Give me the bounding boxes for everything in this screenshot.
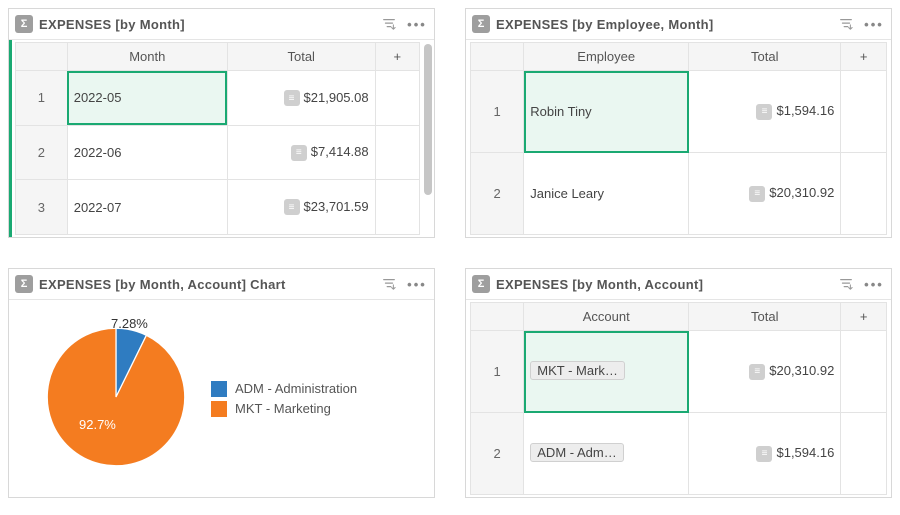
col-month[interactable]: Month <box>67 43 227 71</box>
legend-swatch <box>211 401 227 417</box>
row-icon: ≡ <box>756 446 772 462</box>
legend-item-mkt[interactable]: MKT - Marketing <box>211 401 357 417</box>
row-icon: ≡ <box>284 90 300 106</box>
scrollbar[interactable] <box>424 44 432 233</box>
legend-label: ADM - Administration <box>235 381 357 396</box>
sigma-icon: Σ <box>15 15 33 33</box>
col-total[interactable]: Total <box>227 43 375 71</box>
col-add[interactable]: + <box>375 43 419 71</box>
filter-sort-icon[interactable] <box>378 273 400 295</box>
cell-empty <box>375 71 419 126</box>
card-expenses-by-month: Σ EXPENSES [by Month] ••• Month Total + <box>8 8 435 238</box>
col-total[interactable]: Total <box>689 43 841 71</box>
cell-total[interactable]: ≡$21,905.08 <box>227 71 375 126</box>
card-expenses-chart: Σ EXPENSES [by Month, Account] Chart •••… <box>8 268 435 498</box>
card-body: Account Total + 1 MKT - Mark… ≡$20,310.9… <box>466 300 891 497</box>
cell-account[interactable]: ADM - Adm… <box>524 413 689 495</box>
card-header: Σ EXPENSES [by Month] ••• <box>9 9 434 40</box>
table-row[interactable]: 3 2022-07 ≡$23,701.59 <box>16 180 420 235</box>
table-row[interactable]: 2 2022-06 ≡$7,414.88 <box>16 125 420 180</box>
pie-label-mkt: 92.7% <box>79 417 116 432</box>
chart-legend: ADM - Administration MKT - Marketing <box>211 377 357 421</box>
card-expenses-by-account: Σ EXPENSES [by Month, Account] ••• Accou… <box>465 268 892 498</box>
row-number: 3 <box>16 180 68 235</box>
table-row[interactable]: 1 Robin Tiny ≡$1,594.16 <box>471 71 887 153</box>
more-icon[interactable]: ••• <box>406 273 428 295</box>
col-total[interactable]: Total <box>689 303 841 331</box>
cell-total[interactable]: ≡$7,414.88 <box>227 125 375 180</box>
filter-sort-icon[interactable] <box>835 13 857 35</box>
row-icon: ≡ <box>291 145 307 161</box>
card-title: EXPENSES [by Employee, Month] <box>496 17 829 32</box>
col-rownum[interactable] <box>471 303 524 331</box>
col-employee[interactable]: Employee <box>524 43 689 71</box>
col-rownum[interactable] <box>16 43 68 71</box>
cell-employee[interactable]: Janice Leary <box>524 153 689 235</box>
table-expenses-month: Month Total + 1 2022-05 ≡$21,905.08 2 20… <box>15 42 420 235</box>
more-icon[interactable]: ••• <box>406 13 428 35</box>
cell-month[interactable]: 2022-05 <box>67 71 227 126</box>
cell-account[interactable]: MKT - Mark… <box>524 331 689 413</box>
sigma-icon: Σ <box>15 275 33 293</box>
card-header: Σ EXPENSES [by Month, Account] ••• <box>466 269 891 300</box>
row-icon: ≡ <box>749 364 765 380</box>
more-icon[interactable]: ••• <box>863 13 885 35</box>
card-expenses-by-employee: Σ EXPENSES [by Employee, Month] ••• Empl… <box>465 8 892 238</box>
table-row[interactable]: 1 MKT - Mark… ≡$20,310.92 <box>471 331 887 413</box>
more-icon[interactable]: ••• <box>863 273 885 295</box>
row-number: 2 <box>16 125 68 180</box>
legend-swatch <box>211 381 227 397</box>
card-header: Σ EXPENSES [by Employee, Month] ••• <box>466 9 891 40</box>
cell-month[interactable]: 2022-06 <box>67 125 227 180</box>
card-body: Employee Total + 1 Robin Tiny ≡$1,594.16… <box>466 40 891 237</box>
legend-item-adm[interactable]: ADM - Administration <box>211 381 357 397</box>
row-number: 1 <box>16 71 68 126</box>
card-header: Σ EXPENSES [by Month, Account] Chart ••• <box>9 269 434 300</box>
row-icon: ≡ <box>284 199 300 215</box>
col-account[interactable]: Account <box>524 303 689 331</box>
cell-employee[interactable]: Robin Tiny <box>524 71 689 153</box>
sigma-icon: Σ <box>472 15 490 33</box>
table-expenses-employee: Employee Total + 1 Robin Tiny ≡$1,594.16… <box>470 42 887 235</box>
cell-month[interactable]: 2022-07 <box>67 180 227 235</box>
card-body: Month Total + 1 2022-05 ≡$21,905.08 2 20… <box>9 40 434 237</box>
card-title: EXPENSES [by Month] <box>39 17 372 32</box>
row-icon: ≡ <box>756 104 772 120</box>
legend-label: MKT - Marketing <box>235 401 331 416</box>
table-expenses-account: Account Total + 1 MKT - Mark… ≡$20,310.9… <box>470 302 887 495</box>
col-add[interactable]: + <box>841 43 887 71</box>
col-rownum[interactable] <box>471 43 524 71</box>
filter-sort-icon[interactable] <box>835 273 857 295</box>
col-add[interactable]: + <box>841 303 887 331</box>
account-chip[interactable]: MKT - Mark… <box>530 361 625 380</box>
pie-chart <box>41 322 191 472</box>
row-icon: ≡ <box>749 186 765 202</box>
table-row[interactable]: 2 ADM - Adm… ≡$1,594.16 <box>471 413 887 495</box>
account-chip[interactable]: ADM - Adm… <box>530 443 623 462</box>
pie-label-adm: 7.28% <box>111 316 148 331</box>
cell-total[interactable]: ≡$23,701.59 <box>227 180 375 235</box>
sigma-icon: Σ <box>472 275 490 293</box>
card-title: EXPENSES [by Month, Account] Chart <box>39 277 372 292</box>
card-title: EXPENSES [by Month, Account] <box>496 277 829 292</box>
filter-sort-icon[interactable] <box>378 13 400 35</box>
table-row[interactable]: 1 2022-05 ≡$21,905.08 <box>16 71 420 126</box>
chart-body: 7.28% 92.7% ADM - Administration MKT - M… <box>9 300 434 497</box>
table-row[interactable]: 2 Janice Leary ≡$20,310.92 <box>471 153 887 235</box>
